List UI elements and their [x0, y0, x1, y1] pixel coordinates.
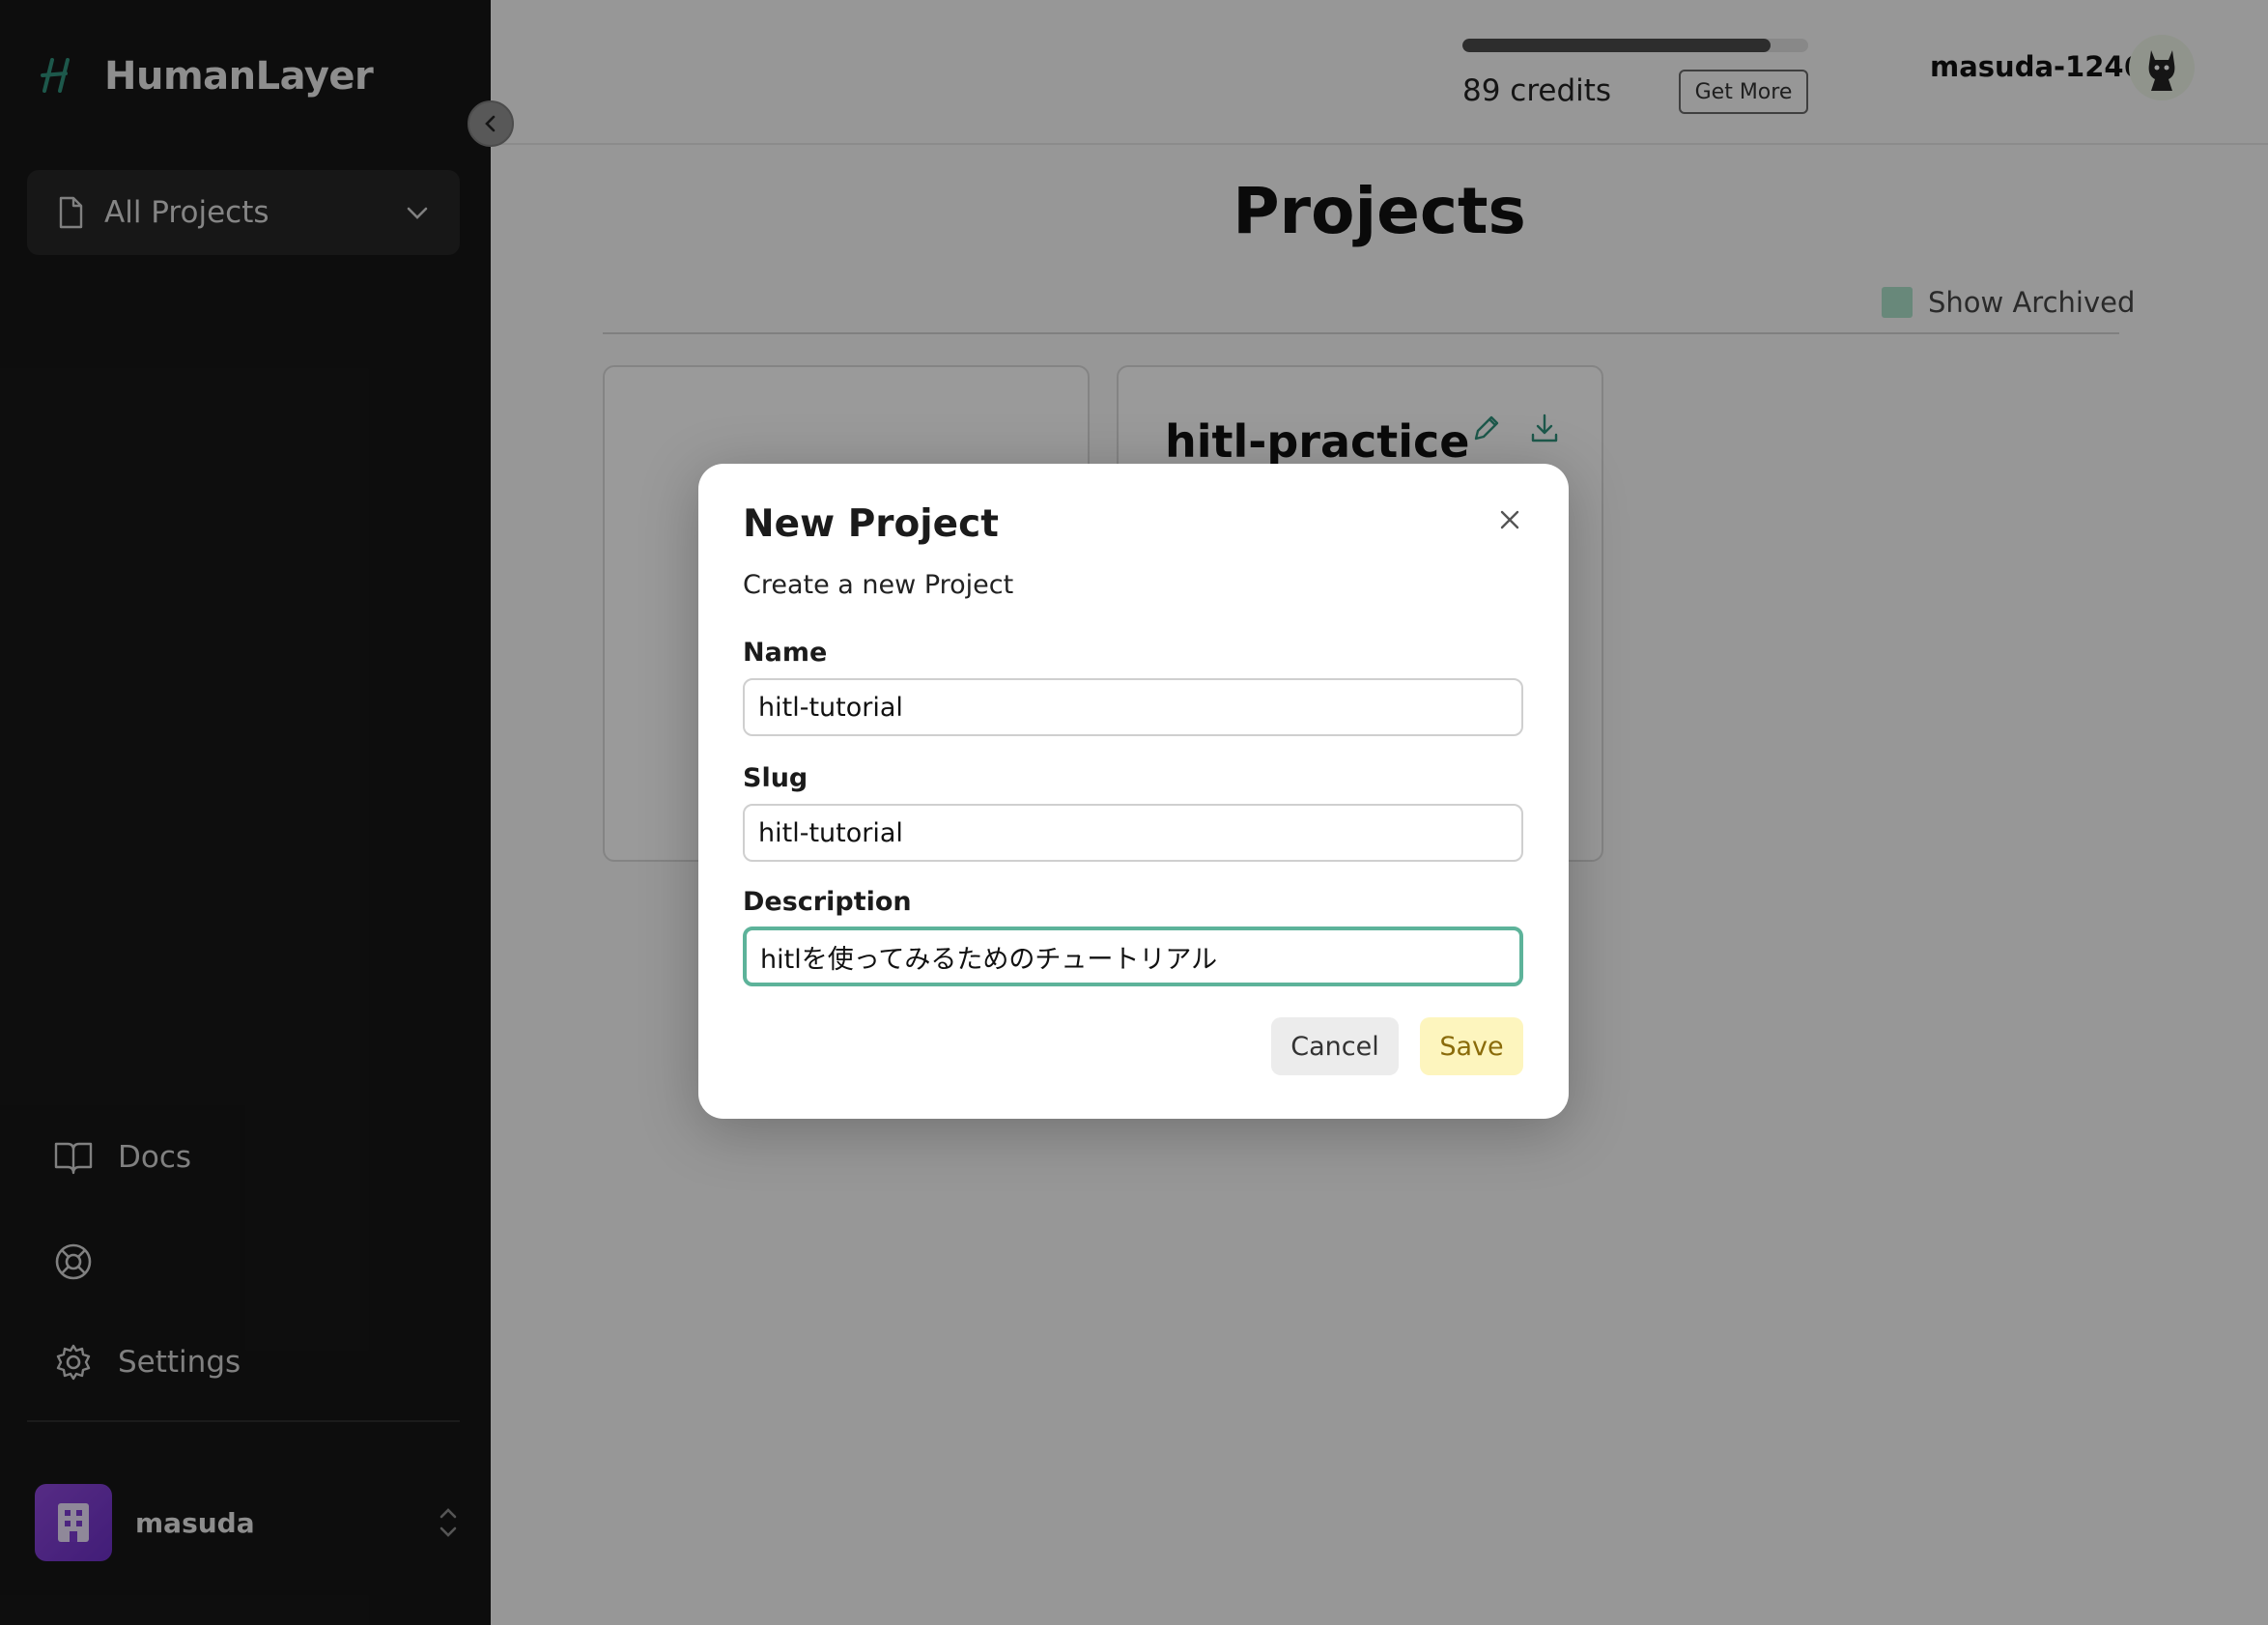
new-project-dialog: New Project Create a new Project Name Sl… — [698, 464, 1569, 1119]
description-input[interactable] — [743, 927, 1523, 986]
slug-input[interactable] — [743, 804, 1523, 862]
name-label: Name — [743, 638, 828, 668]
close-button[interactable] — [1488, 499, 1531, 541]
slug-label: Slug — [743, 763, 808, 793]
close-icon — [1500, 510, 1519, 529]
description-label: Description — [743, 887, 912, 917]
dialog-subtitle: Create a new Project — [743, 570, 1014, 600]
name-input[interactable] — [743, 678, 1523, 736]
save-button[interactable]: Save — [1420, 1017, 1523, 1075]
cancel-button[interactable]: Cancel — [1271, 1017, 1399, 1075]
dialog-title: New Project — [743, 502, 999, 546]
